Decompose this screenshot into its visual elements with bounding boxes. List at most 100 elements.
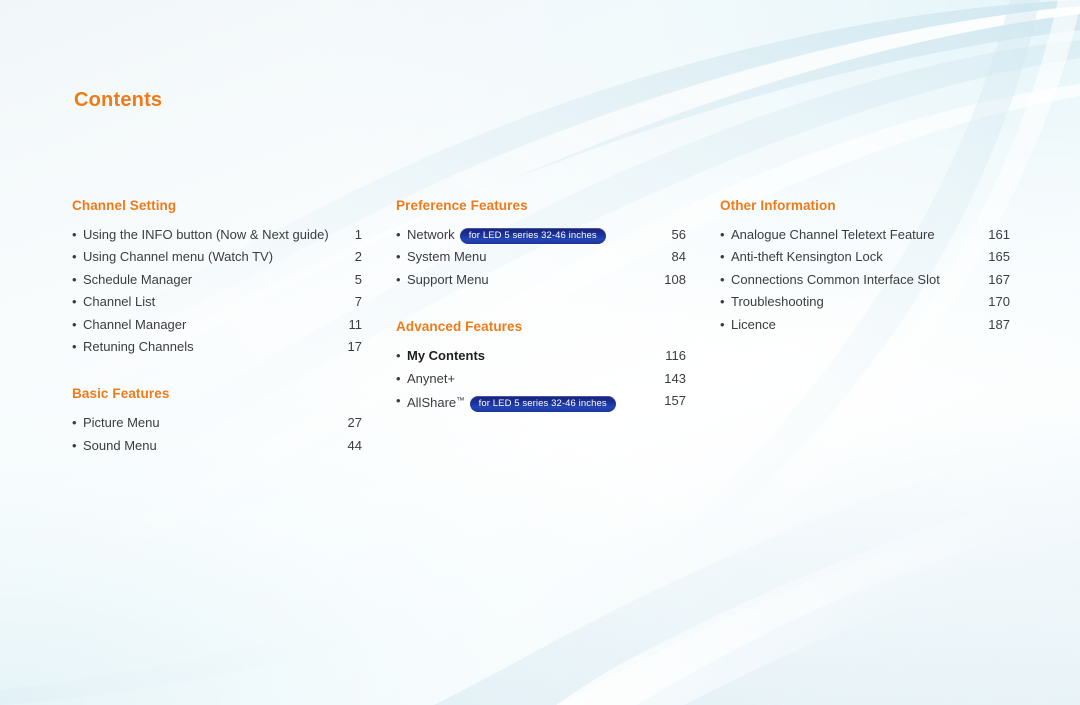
toc-entry-page: 187 [988,316,1010,332]
toc-list: • Using the INFO button (Now & Next guid… [72,224,362,357]
toc-list: • Picture Menu 27 • Sound Menu 44 [72,412,362,456]
bullet-icon: • [396,348,401,364]
toc-entry[interactable]: • Licence 187 [720,314,1010,335]
toc-entry[interactable]: • Connections Common Interface Slot 167 [720,269,1010,290]
toc-entry[interactable]: • Channel List 7 [72,291,362,312]
contents-column-3: Other Information • Analogue Channel Tel… [720,198,1010,336]
toc-entry[interactable]: • Network for LED 5 series 32-46 inches 5… [396,224,686,245]
toc-entry-label: Support Menu [407,271,489,287]
bullet-icon: • [720,294,725,310]
toc-entry-label: Retuning Channels [83,339,194,355]
contents-column-2: Preference Features • Network for LED 5 s… [396,198,686,414]
toc-entry[interactable]: • Sound Menu 44 [72,435,362,456]
toc-entry[interactable]: • Troubleshooting 170 [720,291,1010,312]
bullet-icon: • [720,227,725,242]
toc-entry-label: AllShare™ for LED 5 series 32-46 inches [407,390,660,413]
toc-entry-text: Network [407,227,455,242]
model-scope-badge: for LED 5 series 32-46 inches [469,396,616,413]
toc-entry-page: 11 [348,316,363,332]
contents-content: Contents Channel Setting • Using the INF… [0,0,1080,705]
section-title: Preference Features [396,198,528,213]
toc-entry-label: Channel Manager [83,316,187,332]
toc-entry[interactable]: • AllShare™ for LED 5 series 32-46 inches… [396,390,686,413]
bullet-icon: • [72,316,77,332]
toc-entry-label: Network for LED 5 series 32-46 inches [407,224,660,245]
toc-entry-label: My Contents [407,348,485,364]
toc-list: • Analogue Channel Teletext Feature 161 … [720,224,1010,335]
toc-entry-label: Anynet+ [407,370,456,386]
toc-entry[interactable]: • Schedule Manager 5 [72,269,362,290]
bullet-icon: • [72,271,77,287]
toc-entry-page: 56 [671,227,686,242]
toc-entry-label: Channel List [83,294,156,310]
toc-entry-label: Connections Common Interface Slot [731,271,940,287]
section-preference-features: Preference Features • Network for LED 5 s… [396,198,686,290]
toc-entry[interactable]: • Using Channel menu (Watch TV) 2 [72,246,362,267]
toc-entry-page: 108 [664,271,686,287]
bullet-icon: • [72,227,77,242]
toc-list: • Network for LED 5 series 32-46 inches 5… [396,224,686,290]
model-scope-badge: for LED 5 series 32-46 inches [459,228,606,244]
toc-entry-page: 7 [354,294,362,310]
bullet-icon: • [720,249,725,265]
section-channel-setting: Channel Setting • Using the INFO button … [72,198,362,357]
toc-entry-label: Anti-theft Kensington Lock [731,249,883,265]
bullet-icon: • [396,370,401,386]
section-title: Channel Setting [72,198,177,213]
toc-entry-page: 2 [354,249,362,265]
bullet-icon: • [396,249,401,265]
trademark-icon: ™ [456,395,465,406]
toc-entry-page: 44 [347,437,362,453]
toc-entry-page: 143 [664,370,686,386]
section-title: Basic Features [72,386,170,402]
page-title: Contents [74,89,163,111]
toc-entry-page: 116 [665,348,686,364]
toc-entry-page: 84 [671,249,686,265]
toc-entry[interactable]: • Picture Menu 27 [72,412,362,433]
toc-entry-label: Analogue Channel Teletext Feature [731,227,935,242]
toc-entry[interactable]: • Anti-theft Kensington Lock 165 [720,246,1010,267]
toc-entry[interactable]: • System Menu 84 [396,246,686,267]
section-advanced-features: Advanced Features • My Contents 116 • An… [396,319,686,413]
toc-entry[interactable]: • Support Menu 108 [396,269,686,290]
section-basic-features: Basic Features • Picture Menu 27 • Sound… [72,386,362,456]
toc-entry[interactable]: • Analogue Channel Teletext Feature 161 [720,224,1010,245]
toc-entry-page: 1 [354,227,362,242]
bullet-icon: • [72,249,77,265]
toc-entry-page: 157 [664,393,686,409]
contents-column-1: Channel Setting • Using the INFO button … [72,198,362,457]
toc-entry-label: Sound Menu [83,437,157,453]
toc-entry-label: Using Channel menu (Watch TV) [83,249,274,265]
section-title: Other Information [720,198,836,213]
bullet-icon: • [396,227,401,242]
toc-entry-page: 161 [988,227,1010,242]
toc-entry-page: 5 [354,271,362,287]
bullet-icon: • [72,437,77,453]
toc-entry[interactable]: • Channel Manager 11 [72,314,362,335]
toc-entry[interactable]: • Retuning Channels 17 [72,336,362,357]
toc-entry[interactable]: • My Contents 116 [396,345,686,366]
section-title: Advanced Features [396,319,523,335]
contents-page: Contents Channel Setting • Using the INF… [0,0,1080,705]
section-other-information: Other Information • Analogue Channel Tel… [720,198,1010,335]
toc-entry-label: Using the INFO button (Now & Next guide) [83,227,329,242]
bullet-icon: • [396,393,401,409]
toc-entry-label: Picture Menu [83,415,160,431]
toc-entry-label: Licence [731,316,776,332]
toc-entry-label: Troubleshooting [731,294,824,310]
toc-entry-page: 17 [347,339,362,355]
toc-entry-page: 165 [988,249,1010,265]
bullet-icon: • [72,294,77,310]
toc-entry[interactable]: • Using the INFO button (Now & Next guid… [72,224,362,245]
toc-entry-label: System Menu [407,249,487,265]
toc-list: • My Contents 116 • Anynet+ 143 • AllSha… [396,345,686,413]
toc-entry[interactable]: • Anynet+ 143 [396,368,686,389]
toc-entry-text: AllShare [407,395,457,411]
bullet-icon: • [396,271,401,287]
toc-entry-page: 170 [988,294,1010,310]
bullet-icon: • [720,271,725,287]
bullet-icon: • [72,415,77,431]
toc-entry-page: 27 [347,415,362,431]
bullet-icon: • [720,316,725,332]
toc-entry-label: Schedule Manager [83,271,193,287]
